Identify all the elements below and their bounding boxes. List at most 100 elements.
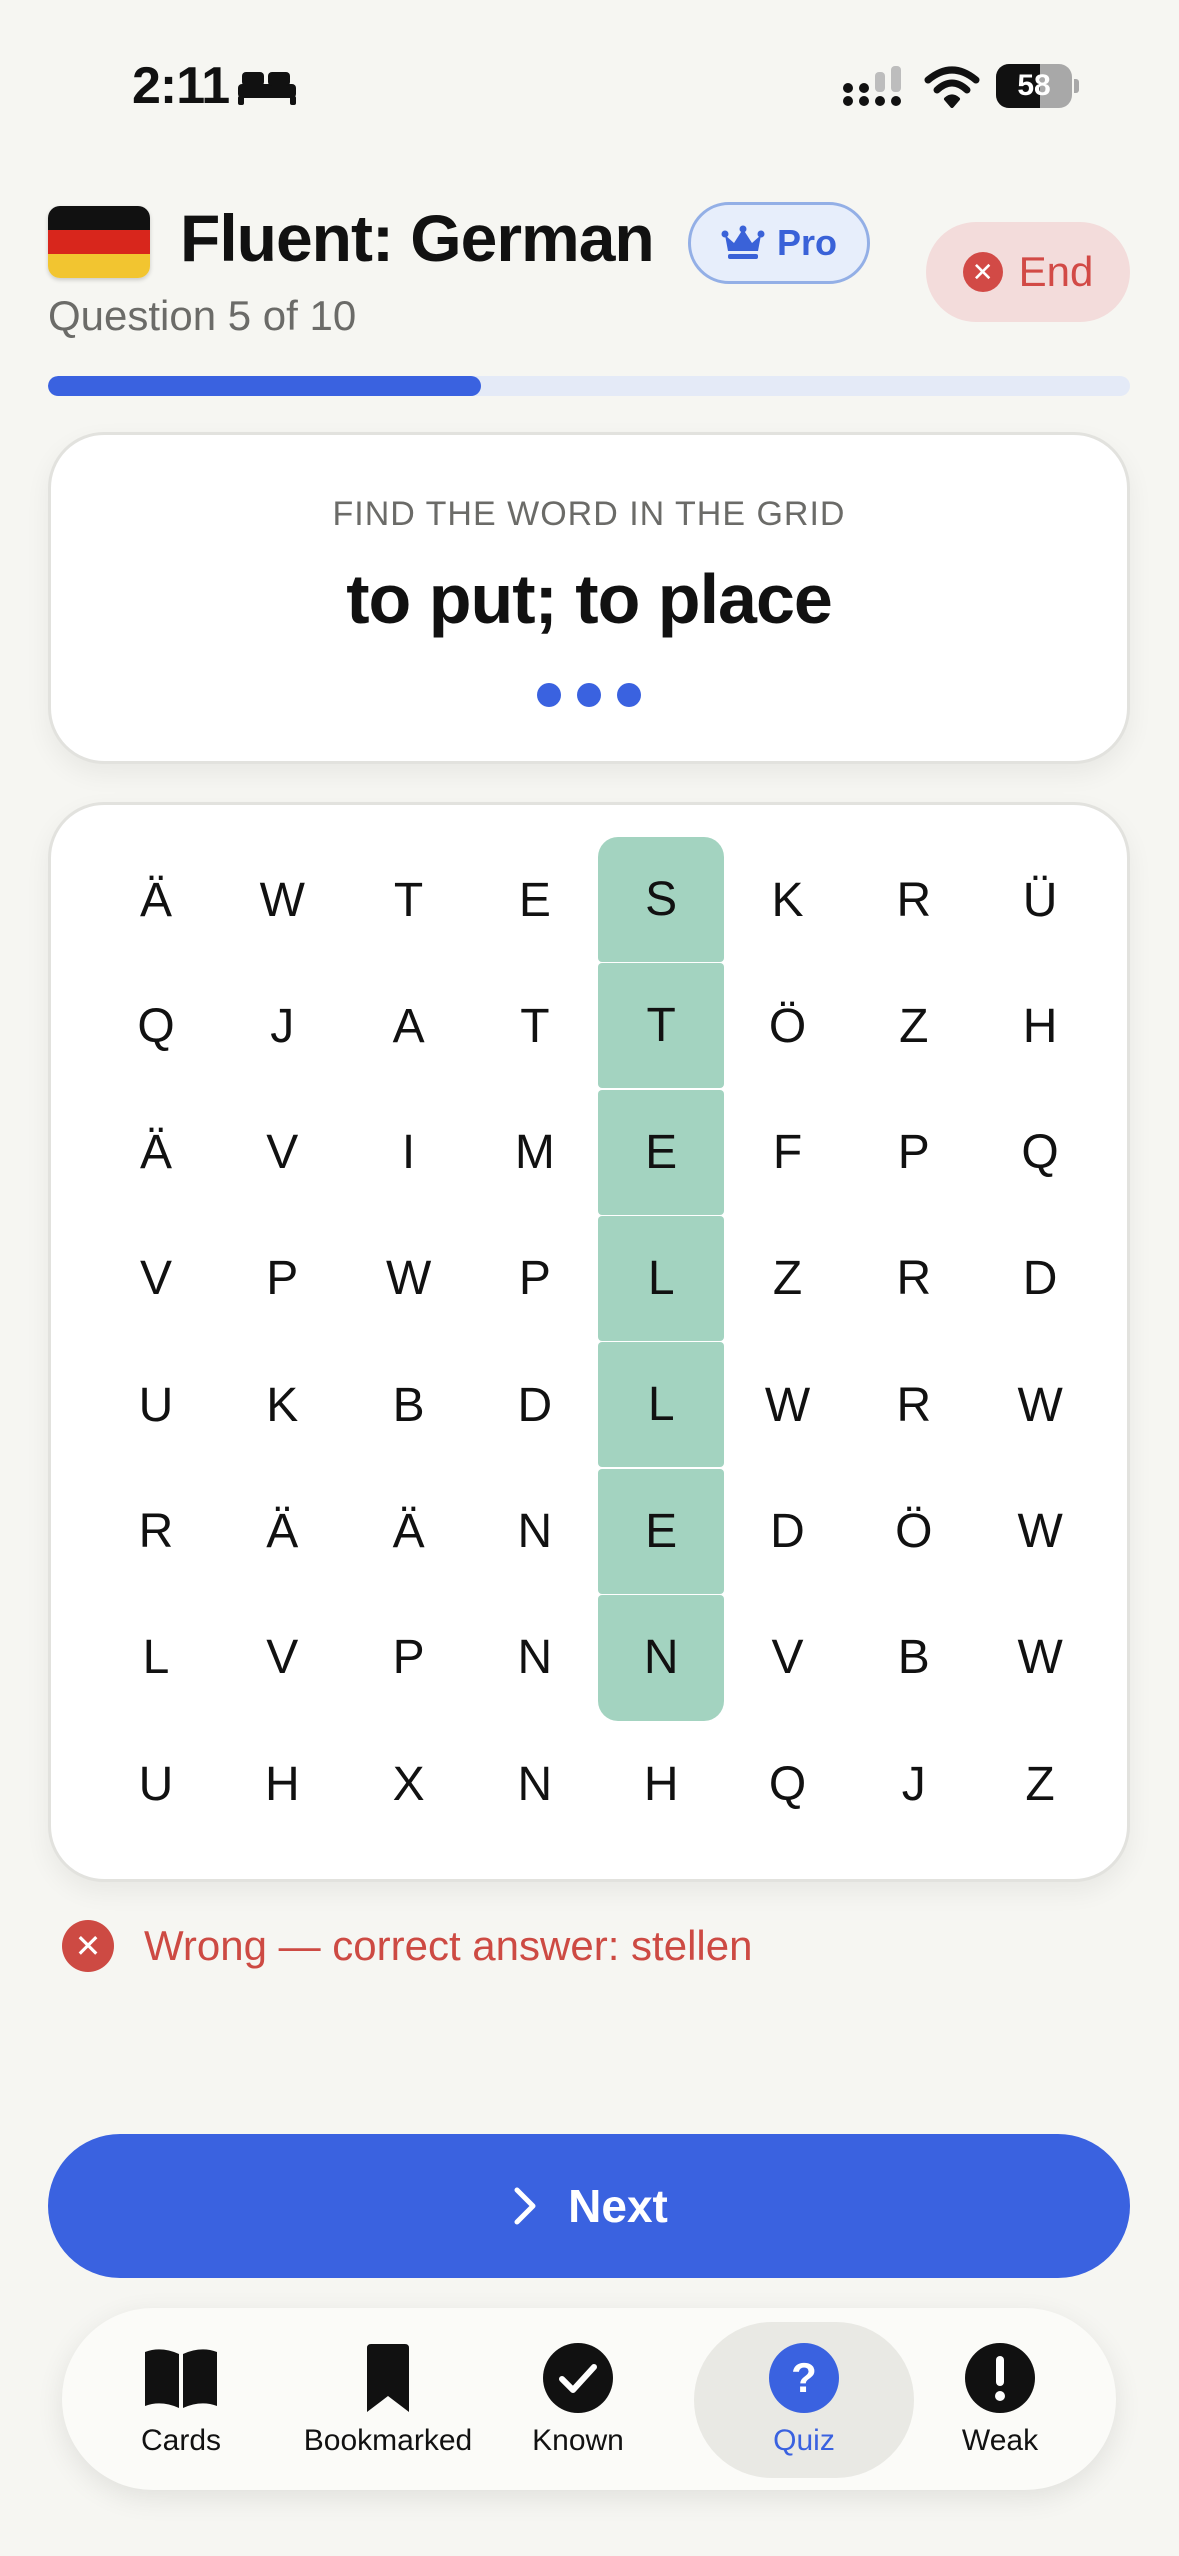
grid-cell[interactable]: Ä (93, 837, 219, 963)
prompt-word: to put; to place (346, 560, 833, 638)
flag-stripe-black (48, 206, 150, 230)
grid-cell[interactable]: L (93, 1595, 219, 1721)
question-circle-icon: ? (764, 2342, 844, 2414)
grid-cell[interactable]: R (851, 1216, 977, 1342)
grid-cell[interactable]: E (472, 837, 598, 963)
grid-cell[interactable]: E (598, 1089, 725, 1215)
feedback-text: Wrong — correct answer: stellen (144, 1922, 753, 1969)
grid-cell[interactable]: Ä (219, 1469, 345, 1595)
grid-cell[interactable]: Ö (851, 1469, 977, 1595)
grid-cell[interactable]: B (851, 1595, 977, 1721)
grid-cell[interactable]: P (219, 1216, 345, 1342)
grid-cell[interactable]: T (346, 837, 472, 963)
grid-cell[interactable]: V (219, 1595, 345, 1721)
grid-cell[interactable]: E (598, 1468, 725, 1594)
loading-dots (51, 683, 1127, 707)
battery-cap (1074, 79, 1079, 93)
grid-cell[interactable]: W (977, 1342, 1103, 1468)
grid-cell[interactable]: K (219, 1342, 345, 1468)
grid-cell[interactable]: V (219, 1090, 345, 1216)
grid-cell[interactable]: H (219, 1721, 345, 1847)
grid-cell[interactable]: W (725, 1342, 851, 1468)
close-circle-icon: ✕ (962, 252, 1003, 292)
end-label: End (1018, 248, 1094, 295)
grid-cell[interactable]: P (851, 1090, 977, 1216)
exclamation-circle-icon (960, 2342, 1040, 2414)
grid-cell[interactable]: R (93, 1469, 219, 1595)
grid-cell[interactable]: S (598, 837, 725, 962)
grid-cell[interactable]: P (346, 1595, 472, 1721)
tab-bar: Cards Bookmarked Known ? Quiz Weak (62, 2308, 1116, 2490)
grid-cell[interactable]: T (598, 963, 725, 1089)
word-search-grid: ÄWTESKRÜQJATTÖZHÄVIMEFPQVPWPLZRDUKBDLWRW… (48, 802, 1130, 1882)
tab-label: Cards (140, 2424, 222, 2457)
grid-cell[interactable]: W (977, 1469, 1103, 1595)
grid-cell[interactable]: Ä (93, 1090, 219, 1216)
grid-cell[interactable]: R (851, 1342, 977, 1468)
grid-cell[interactable]: Z (725, 1216, 851, 1342)
grid-cell[interactable]: N (598, 1594, 725, 1721)
tab-bookmarked[interactable]: Bookmarked (282, 2322, 494, 2478)
prompt-card: FIND THE WORD IN THE GRID to put; to pla… (48, 432, 1130, 764)
grid-cell[interactable]: X (346, 1721, 472, 1847)
grid-cell[interactable]: D (725, 1469, 851, 1595)
next-button[interactable]: Next (48, 2134, 1130, 2278)
grid-cell[interactable]: Ä (346, 1469, 472, 1595)
grid-cell[interactable]: Z (977, 1721, 1103, 1847)
grid-cell[interactable]: Q (93, 963, 219, 1089)
grid-cell[interactable]: V (725, 1595, 851, 1721)
checkmark-circle-icon (538, 2342, 618, 2414)
grid-cell[interactable]: U (93, 1721, 219, 1847)
grid-cell[interactable]: W (346, 1216, 472, 1342)
tab-cards[interactable]: Cards (96, 2322, 266, 2478)
grid-cell[interactable]: Ü (977, 837, 1103, 963)
grid-cell[interactable]: Z (851, 963, 977, 1089)
grid-cell[interactable]: W (977, 1595, 1103, 1721)
tab-label: Quiz (773, 2424, 835, 2457)
svg-text:?: ? (791, 2354, 817, 2401)
grid-cell[interactable]: D (472, 1342, 598, 1468)
grid-cell[interactable]: F (725, 1090, 851, 1216)
tab-weak[interactable]: Weak (930, 2322, 1070, 2478)
tab-quiz[interactable]: ? Quiz (694, 2322, 914, 2478)
grid-cell[interactable]: T (472, 963, 598, 1089)
grid-cell[interactable]: U (93, 1342, 219, 1468)
grid-cell[interactable]: K (725, 837, 851, 963)
pro-badge[interactable]: Pro (688, 202, 870, 284)
grid-cell[interactable]: H (977, 963, 1103, 1089)
grid-cell[interactable]: L (598, 1215, 725, 1341)
grid-cell[interactable]: N (472, 1469, 598, 1595)
grid-cell[interactable]: I (346, 1090, 472, 1216)
grid-cell[interactable]: N (472, 1595, 598, 1721)
grid-cell[interactable]: V (93, 1216, 219, 1342)
grid-cell[interactable]: H (598, 1721, 724, 1847)
app-screen: 2:11 58 Fluent: German Pro ✕ End Questio… (0, 0, 1179, 2556)
prompt-instruction: FIND THE WORD IN THE GRID (332, 495, 846, 533)
quiz-progress-fill (48, 376, 481, 396)
grid-cell[interactable]: J (219, 963, 345, 1089)
grid-cell[interactable]: L (598, 1342, 725, 1468)
tab-label: Weak (961, 2424, 1039, 2457)
grid-cell[interactable]: P (472, 1216, 598, 1342)
crown-icon (721, 225, 765, 259)
tab-label: Known (532, 2424, 624, 2457)
battery-indicator: 58 (996, 64, 1080, 108)
grid-cell[interactable]: Q (725, 1721, 851, 1847)
grid-cell[interactable]: R (851, 837, 977, 963)
grid-cell[interactable]: Ö (725, 963, 851, 1089)
grid-cell[interactable]: Q (977, 1090, 1103, 1216)
dot (577, 683, 601, 707)
end-quiz-button[interactable]: ✕ End (926, 222, 1130, 322)
book-icon (141, 2342, 221, 2414)
grid-cell[interactable]: M (472, 1090, 598, 1216)
grid-cell[interactable]: W (219, 837, 345, 963)
grid-cell[interactable]: A (346, 963, 472, 1089)
status-time: 2:11 (132, 57, 230, 115)
app-title: Fluent: German (180, 201, 655, 275)
tab-known[interactable]: Known (510, 2322, 646, 2478)
grid-cell[interactable]: J (851, 1721, 977, 1847)
flag-stripe-gold (48, 254, 150, 278)
grid-cell[interactable]: B (346, 1342, 472, 1468)
grid-cell[interactable]: N (472, 1721, 598, 1847)
grid-cell[interactable]: D (977, 1216, 1103, 1342)
